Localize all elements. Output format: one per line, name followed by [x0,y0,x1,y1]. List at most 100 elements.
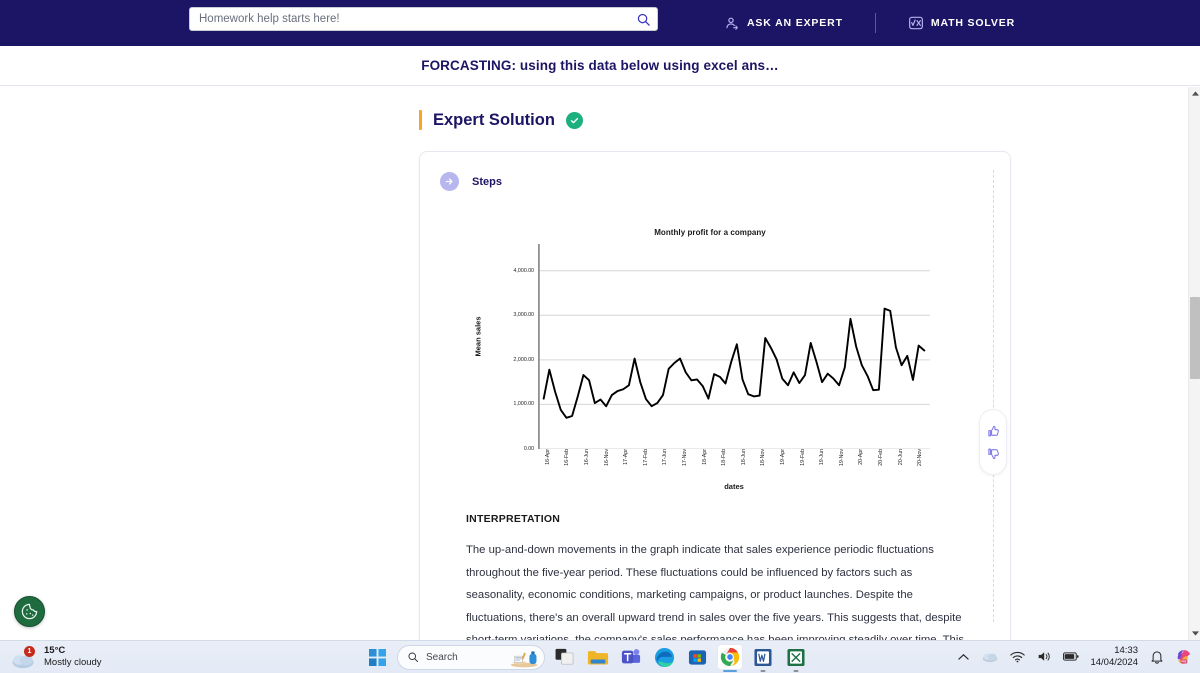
word-running-indicator [760,669,766,672]
windows-start-icon[interactable] [364,644,390,670]
math-solver-link[interactable]: MATH SOLVER [902,15,1021,31]
thumbs-up-icon[interactable] [986,424,1001,439]
scrollbar-thumb[interactable] [1190,297,1200,379]
search-input[interactable] [190,8,629,30]
weather-description: Mostly cloudy [44,657,102,668]
cookie-consent-icon [21,603,38,620]
monthly-profit-chart: Monthly profit for a company Mean sales … [474,228,930,491]
accent-bar [419,110,422,130]
chrome-icon[interactable] [717,644,743,672]
chart-x-tick-label: 17-Feb [642,449,649,466]
word-icon[interactable] [750,644,776,672]
feedback-widget [979,409,1007,475]
arrow-right-circle-icon [440,172,459,191]
chart-x-tick-label: 20-Nov [917,449,924,467]
svg-text:PRE: PRE [1181,659,1187,663]
taskbar-tray: 14:33 14/04/2024 PRE [955,645,1192,668]
teams-icon[interactable] [618,644,644,670]
page-scrollbar[interactable] [1188,87,1200,640]
scroll-up-arrow-icon[interactable] [1189,87,1200,100]
solution-content-area: Expert Solution Steps Monthly profit for… [0,87,1188,640]
ask-an-expert-label: ASK AN EXPERT [747,17,843,29]
chart-x-tick-label: 19-Apr [780,449,786,465]
excel-icon[interactable] [783,644,809,672]
site-top-nav: ASK AN EXPERT MATH SOLVER [0,0,1200,46]
page-title: FORCASTING: using this data below using … [421,58,779,73]
search-icon [408,652,418,662]
weather-alert-badge: 1 [24,646,35,657]
taskbar-weather-widget[interactable]: 1 15°C Mostly cloudy [10,645,102,669]
scroll-down-arrow-icon[interactable] [1189,627,1200,640]
taskbar-search-label: Search [426,651,458,663]
math-solver-label: MATH SOLVER [930,17,1016,29]
chart-x-tick-label: 17-Nov [682,449,688,467]
chart-y-tick-label: 2,000.00 [513,356,534,363]
chart-x-tick-label: 16-Feb [564,449,571,466]
chart-x-tick-label: 16-Jun [584,449,590,466]
cookie-consent-button[interactable] [14,596,45,627]
chart-x-tick-label: 16-Nov [603,449,610,467]
expert-solution-title: Expert Solution [433,110,555,129]
chart-title: Monthly profit for a company [654,228,766,237]
copilot-icon[interactable]: PRE [1176,649,1192,665]
chart-x-tick-label: 18-Nov [760,449,767,467]
search-submit-button[interactable] [629,8,657,30]
chart-x-tick-label: 17-Jun [662,449,669,466]
chart-x-tick-label: 20-Feb [878,449,884,466]
chart-x-tick-label: 16-Apr [544,449,551,465]
chart-x-axis-label: dates [724,482,744,491]
bell-icon[interactable] [1149,649,1165,665]
steps-header[interactable]: Steps [440,172,502,191]
ask-an-expert-link[interactable]: ASK AN EXPERT [718,15,849,31]
clock-time: 14:33 [1114,645,1138,656]
verified-check-icon [565,111,583,129]
top-nav-links: ASK AN EXPERT MATH SOLVER [718,0,1021,46]
chart-plot-area: Mean sales 0.00 1,000.00 2,000.00 3,000.00 4… [474,244,930,452]
chart-x-tick-label: 18-Feb [721,449,728,466]
taskbar-center-group: Search [364,644,809,673]
nav-divider [874,13,876,33]
learning-widget-icon [510,648,540,673]
solution-card: Steps Monthly profit for a company Mean … [419,151,1011,640]
chart-x-tick-label: 19-Feb [799,449,806,466]
taskbar-clock[interactable]: 14:33 14/04/2024 [1090,645,1138,668]
store-icon[interactable] [684,644,710,670]
chart-x-tick-label: 20-Jun [897,449,904,466]
taskbar-search-box[interactable]: Search [397,644,545,673]
chart-svg [538,244,930,449]
chart-y-tick-label: 4,000.00 [513,267,534,274]
search-icon [637,13,650,26]
wifi-icon[interactable] [1009,649,1025,665]
chart-y-tick-label: 0.00 [523,446,534,452]
chart-y-axis-label: Mean sales [473,316,483,357]
chart-x-tick-label: 18-Jun [740,449,747,466]
expert-solution-header: Expert Solution [419,110,583,130]
expert-person-icon [724,15,740,31]
battery-icon[interactable] [1063,649,1079,665]
site-search-box[interactable] [189,7,658,31]
interpretation-body: The up-and-down movements in the graph i… [466,544,964,640]
weather-temperature: 15°C [44,645,66,656]
chart-x-tick-label: 19-Nov [838,449,845,467]
thumbs-down-icon[interactable] [986,446,1001,461]
clock-date: 14/04/2024 [1090,656,1138,668]
cloud-icon[interactable] [982,649,998,665]
question-title-bar: FORCASTING: using this data below using … [0,46,1200,86]
chart-x-tick-label: 17-Apr [623,449,630,465]
folder-icon[interactable] [585,644,611,670]
speaker-icon[interactable] [1036,649,1052,665]
interpretation-heading: INTERPRETATION [466,513,561,525]
math-solver-icon [908,15,924,31]
chart-x-tick-label: 19-Jun [819,449,826,466]
edge-icon[interactable] [651,644,677,670]
browser-page: ASK AN EXPERT MATH SOLVER FORCASTING: us… [0,0,1200,640]
chevron-up-icon[interactable] [955,649,971,665]
chart-y-tick-label: 3,000.00 [513,312,534,319]
task-view-icon[interactable] [552,644,578,670]
chart-x-tick-label: 18-Apr [701,449,708,465]
excel-running-indicator [793,669,799,672]
step-connector-rail [993,170,994,622]
chrome-active-indicator [723,669,737,672]
windows-taskbar: 1 15°C Mostly cloudy Search 14:33 14/04/… [0,640,1200,673]
steps-label: Steps [472,175,502,188]
